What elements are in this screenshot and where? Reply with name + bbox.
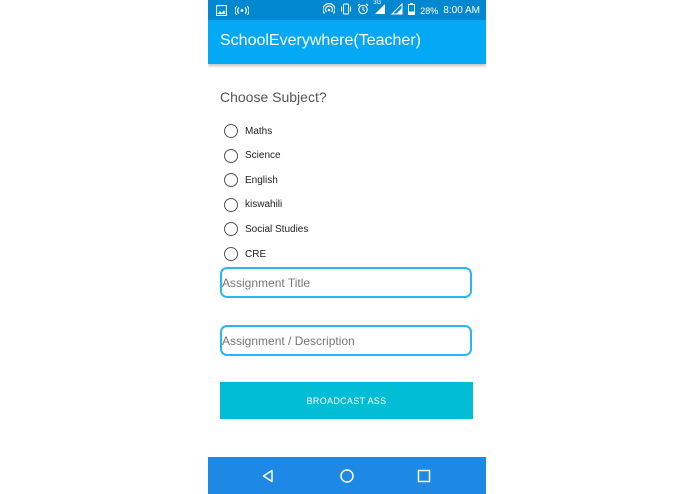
status-bar: 3G 28% 8:00 AM (208, 0, 486, 20)
home-icon[interactable] (337, 466, 357, 486)
subject-option[interactable]: Science (224, 146, 281, 166)
assignment-title-field (220, 267, 472, 298)
radio-button[interactable] (224, 247, 238, 261)
subject-label: Maths (245, 125, 273, 137)
alarm-icon (357, 3, 369, 18)
assignment-title-input[interactable] (222, 269, 462, 296)
subject-option[interactable]: Social Studies (224, 219, 308, 239)
subject-label: kiswahili (245, 199, 283, 211)
subject-label: English (245, 174, 278, 186)
radio-button[interactable] (224, 173, 238, 188)
subject-label: Science (245, 150, 281, 162)
recents-icon[interactable] (414, 466, 434, 486)
phone-screen: 3G 28% 8:00 AM SchoolEverywhere(Teacher)… (208, 0, 486, 494)
signal-icon: 3G (373, 0, 386, 18)
assignment-description-input[interactable] (222, 327, 462, 354)
subject-option[interactable]: English (224, 170, 278, 190)
navigation-bar (208, 457, 486, 494)
radio-button[interactable] (224, 148, 238, 163)
app-title: SchoolEverywhere(Teacher) (220, 32, 421, 49)
battery-icon (408, 3, 416, 18)
assignment-description-field (220, 325, 472, 356)
battery-percent: 28% (420, 5, 439, 16)
clock: 8:00 AM (443, 5, 480, 16)
broadcast-button[interactable]: BROADCAST ASS (220, 382, 473, 419)
broadcast-icon (234, 3, 250, 21)
app-bar: SchoolEverywhere(Teacher) (208, 20, 486, 64)
signal-icon-2 (391, 2, 403, 18)
subject-question: Choose Subject? (220, 89, 327, 105)
subject-option[interactable]: Maths (224, 121, 272, 141)
back-icon[interactable] (258, 466, 278, 486)
network-type: 3G (373, 0, 382, 6)
subject-label: Social Studies (245, 223, 309, 235)
vibrate-icon (340, 3, 352, 18)
radio-button[interactable] (224, 197, 238, 212)
status-left-icons (215, 3, 250, 21)
hotspot-icon (322, 2, 336, 18)
radio-button[interactable] (224, 222, 238, 237)
subject-option[interactable]: CRE (224, 244, 266, 264)
radio-button[interactable] (224, 124, 238, 138)
status-right-icons: 3G 28% 8:00 AM (322, 0, 480, 18)
subject-option[interactable]: kiswahili (224, 195, 282, 215)
image-icon (215, 3, 228, 21)
subject-label: CRE (245, 248, 267, 260)
